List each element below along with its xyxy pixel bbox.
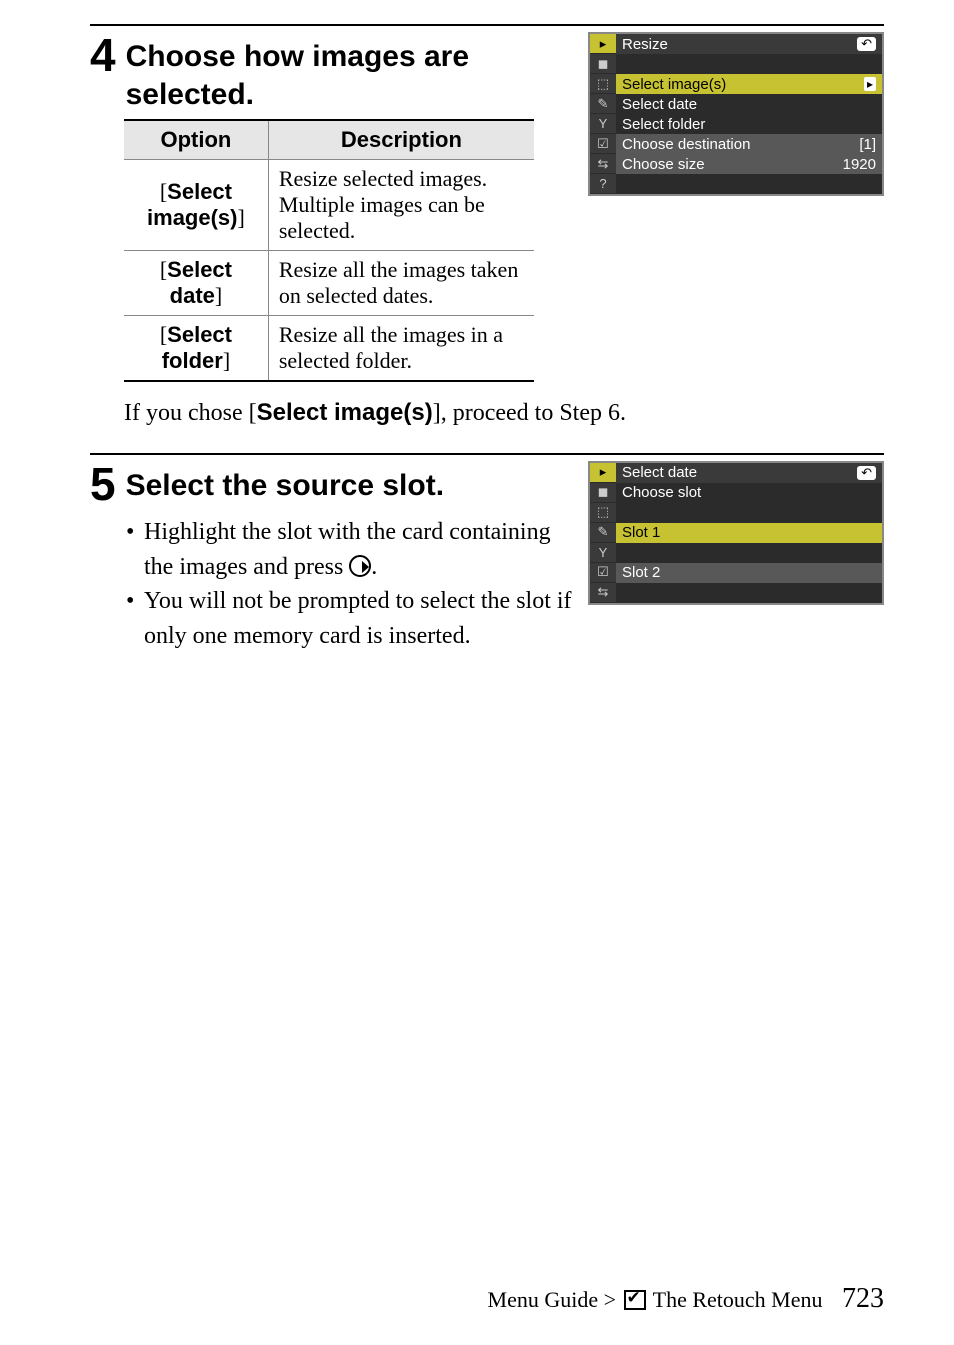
screenshot-title: Select date — [622, 464, 697, 481]
step-5-bullet-2: You will not be prompted to select the s… — [126, 584, 574, 654]
sidebar-pencil-icon: ✎ — [590, 523, 616, 543]
sidebar-mymenu-icon: ⇆ — [590, 583, 616, 603]
table-row: [Select image(s)] Resize selected images… — [124, 160, 534, 251]
menu-item-slot-2: Slot 2 — [616, 563, 882, 583]
screenshot-title: Resize — [622, 36, 668, 53]
sidebar-mymenu-icon: ⇆ — [590, 154, 616, 174]
menu-item-select-images: Select image(s) ▸ — [616, 74, 882, 94]
options-table: Option Description [Select image(s)] Res… — [124, 119, 534, 382]
menu-item-choose-destination: Choose destination [1] — [616, 134, 882, 154]
sidebar-help-icon: ? — [590, 174, 616, 194]
table-row: [Select folder] Resize all the images in… — [124, 316, 534, 382]
multi-selector-right-icon — [349, 555, 371, 577]
col-description-header: Description — [268, 120, 534, 160]
choose-slot-screenshot: ▸ ◼ ⬚ ✎ Y ☑ ⇆ Select date ↶ Choose slot — [588, 461, 884, 605]
sidebar-video-icon: ⬚ — [590, 503, 616, 523]
back-icon: ↶ — [857, 466, 876, 480]
sidebar-retouch-icon: ☑ — [590, 563, 616, 583]
step-4-title: Choose how images are selected. — [126, 32, 574, 113]
sidebar-playback-icon: ▸ — [590, 463, 616, 483]
table-row: [Select date] Resize all the images take… — [124, 251, 534, 316]
step-5-title: Select the source slot. — [126, 461, 444, 505]
menu-item-select-folder: Select folder — [616, 114, 882, 134]
page-footer: Menu Guide > The Retouch Menu 723 — [488, 1283, 884, 1315]
back-icon: ↶ — [857, 37, 876, 51]
sidebar-camera-icon: ◼ — [590, 54, 616, 74]
screenshot-subtitle: Choose slot — [616, 483, 882, 503]
menu-item-select-date: Select date — [616, 94, 882, 114]
sidebar-wrench-icon: Y — [590, 543, 616, 563]
retouch-menu-icon — [624, 1290, 646, 1310]
sidebar-pencil-icon: ✎ — [590, 94, 616, 114]
menu-item-choose-size: Choose size 1920 — [616, 154, 882, 174]
col-option-header: Option — [124, 120, 268, 160]
sidebar-retouch-icon: ☑ — [590, 134, 616, 154]
resize-menu-screenshot: ▸ ◼ ⬚ ✎ Y ☑ ⇆ ? Resize ↶ — [588, 32, 884, 196]
menu-item-slot-1: Slot 1 — [616, 523, 882, 543]
sidebar-wrench-icon: Y — [590, 114, 616, 134]
step-4-number: 4 — [90, 32, 116, 78]
step-5-number: 5 — [90, 461, 116, 507]
sidebar-playback-icon: ▸ — [590, 34, 616, 54]
sidebar-video-icon: ⬚ — [590, 74, 616, 94]
step-5-bullet-1: Highlight the slot with the card contain… — [126, 515, 574, 585]
sidebar-camera-icon: ◼ — [590, 483, 616, 503]
step-4-note: If you chose [Select image(s)], proceed … — [124, 396, 884, 431]
page-number: 723 — [842, 1283, 884, 1314]
